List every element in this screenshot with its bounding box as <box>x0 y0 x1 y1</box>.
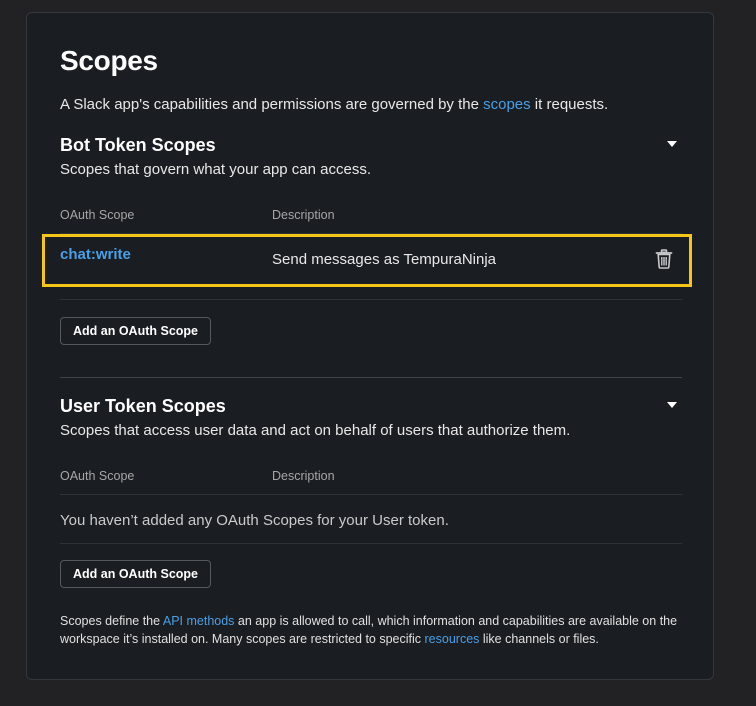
intro-text: A Slack app's capabilities and permissio… <box>60 96 608 113</box>
footer-text: like channels or files. <box>479 632 599 646</box>
divider <box>60 494 682 495</box>
intro-text-before: A Slack app's capabilities and permissio… <box>60 96 484 113</box>
user-scopes-subtitle: Scopes that access user data and act on … <box>60 422 571 439</box>
user-col-description: Description <box>272 469 335 483</box>
bot-col-oauth-scope: OAuth Scope <box>60 208 135 222</box>
divider <box>60 543 682 544</box>
scope-chat-write-link[interactable]: chat:write <box>60 246 131 263</box>
section-divider <box>60 377 682 378</box>
intro-text-after: it requests. <box>530 96 609 113</box>
api-methods-link[interactable]: API methods <box>163 614 235 628</box>
resources-link[interactable]: resources <box>425 632 480 646</box>
page-title: Scopes <box>60 45 158 76</box>
footer-note: Scopes define the API methods an app is … <box>60 612 690 648</box>
bot-scopes-subtitle: Scopes that govern what your app can acc… <box>60 161 372 178</box>
user-col-oauth-scope: OAuth Scope <box>60 469 135 483</box>
bot-col-description: Description <box>272 208 335 222</box>
bot-scopes-title: Bot Token Scopes <box>60 135 216 155</box>
user-scopes-empty-message: You haven’t added any OAuth Scopes for y… <box>60 512 449 529</box>
caret-down-icon[interactable] <box>667 141 677 147</box>
user-add-oauth-scope-button[interactable]: Add an OAuth Scope <box>60 560 211 588</box>
divider <box>60 299 682 300</box>
scope-chat-write-description: Send messages as TempuraNinja <box>272 251 497 268</box>
scopes-card: Scopes A Slack app's capabilities and pe… <box>26 12 714 680</box>
caret-down-icon[interactable] <box>667 402 677 408</box>
bot-add-oauth-scope-button[interactable]: Add an OAuth Scope <box>60 317 211 345</box>
trash-icon[interactable] <box>655 249 673 269</box>
scopes-link[interactable]: scopes <box>483 96 531 113</box>
footer-text: Scopes define the <box>60 614 163 628</box>
user-scopes-title: User Token Scopes <box>60 396 226 416</box>
